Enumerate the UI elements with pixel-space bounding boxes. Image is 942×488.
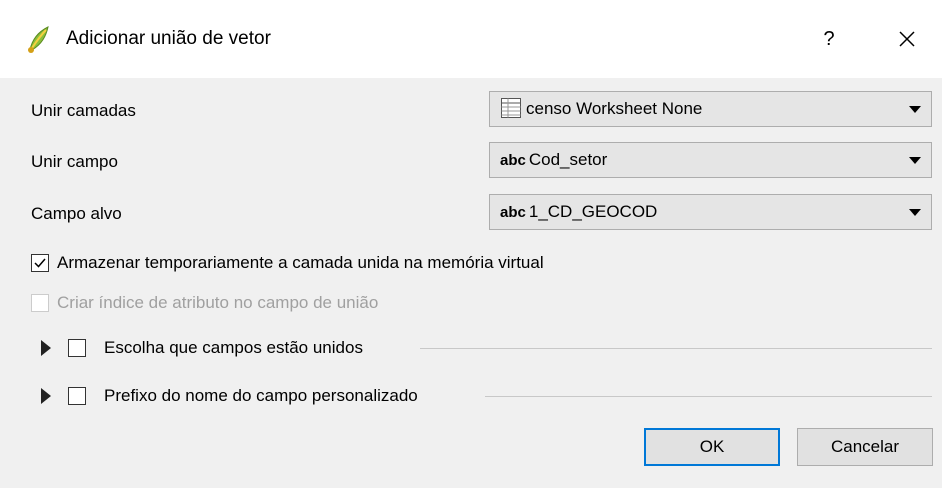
- string-type-icon: abc: [500, 152, 526, 169]
- target-field-combo-content: abc 1_CD_GEOCOD: [500, 195, 657, 229]
- table-icon: [501, 97, 521, 118]
- target-field-combo[interactable]: abc 1_CD_GEOCOD: [489, 194, 932, 230]
- ok-button[interactable]: OK: [644, 428, 780, 466]
- cache-checkbox-label[interactable]: Armazenar temporariamente a camada unida…: [57, 253, 544, 273]
- dialog-body: Unir camadas censo Worksheet None Unir c…: [0, 78, 942, 488]
- cache-checkbox[interactable]: [31, 254, 49, 272]
- join-field-label: Unir campo: [31, 152, 118, 171]
- join-layer-value: censo Worksheet None: [526, 99, 703, 118]
- help-button[interactable]: ?: [812, 22, 846, 56]
- prefix-checkbox[interactable]: [68, 387, 86, 405]
- join-field-combo[interactable]: abc Cod_setor: [489, 142, 932, 178]
- join-field-value: Cod_setor: [528, 150, 608, 169]
- chevron-down-icon: [909, 157, 921, 164]
- target-field-value: 1_CD_GEOCOD: [528, 202, 658, 221]
- expand-arrow-icon[interactable]: [41, 340, 51, 356]
- prefix-label[interactable]: Prefixo do nome do campo personalizado: [104, 386, 418, 406]
- join-field-combo-content: abc Cod_setor: [500, 143, 607, 177]
- group-divider: [420, 348, 932, 349]
- title-bar: Adicionar união de vetor ?: [0, 0, 942, 78]
- join-layer-combo-content: censo Worksheet None: [500, 92, 702, 126]
- index-checkbox-label[interactable]: Criar índice de atributo no campo de uni…: [57, 293, 378, 313]
- window-title: Adicionar união de vetor: [66, 28, 271, 49]
- joined-fields-checkbox[interactable]: [68, 339, 86, 357]
- join-layer-label: Unir camadas: [31, 101, 136, 120]
- expand-arrow-icon[interactable]: [41, 388, 51, 404]
- chevron-down-icon: [909, 106, 921, 113]
- chevron-down-icon: [909, 209, 921, 216]
- index-checkbox[interactable]: [31, 294, 49, 312]
- joined-fields-label[interactable]: Escolha que campos estão unidos: [104, 338, 363, 358]
- close-icon[interactable]: [888, 20, 926, 58]
- checkmark-icon: [34, 258, 46, 268]
- target-field-label: Campo alvo: [31, 204, 122, 223]
- group-divider: [485, 396, 932, 397]
- cancel-button[interactable]: Cancelar: [797, 428, 933, 466]
- qgis-logo-icon: [28, 26, 49, 53]
- string-type-icon: abc: [500, 204, 526, 221]
- join-layer-combo[interactable]: censo Worksheet None: [489, 91, 932, 127]
